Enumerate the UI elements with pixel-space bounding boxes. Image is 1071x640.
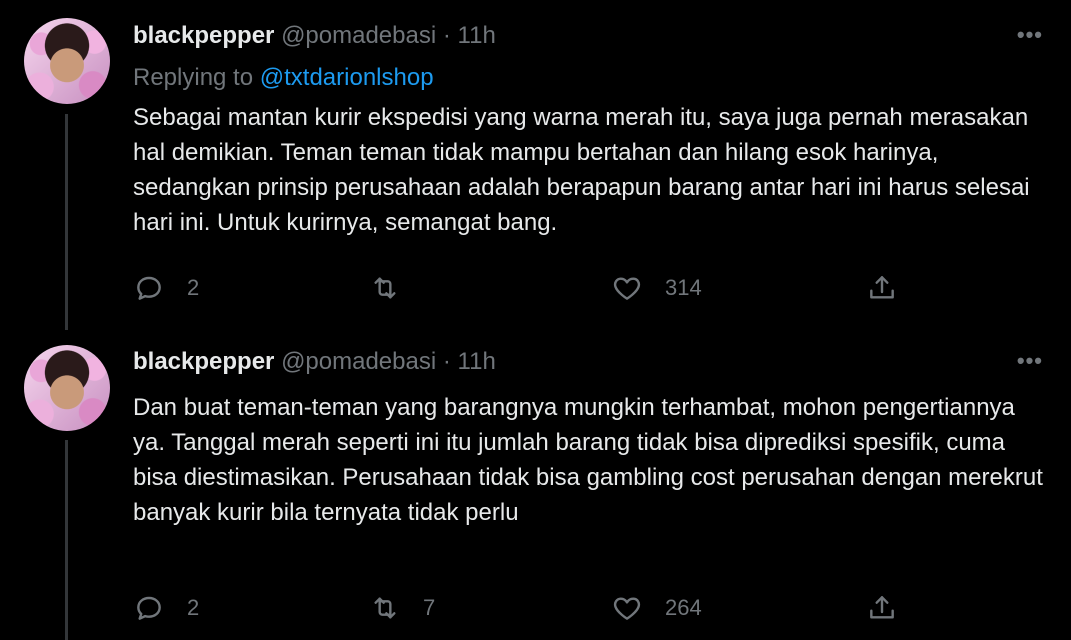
tweet-text: Sebagai mantan kurir ekspedisi yang warn…: [133, 104, 1030, 236]
heart-icon: [613, 277, 641, 300]
reply-button[interactable]: 2: [133, 268, 199, 308]
display-name[interactable]: blackpepper: [133, 348, 274, 375]
timestamp[interactable]: 11h: [458, 22, 496, 49]
more-icon[interactable]: •••: [1017, 22, 1043, 48]
reply-icon: [137, 276, 161, 300]
tweet[interactable]: blackpepper @pomadebasi · 11h ••• Replyi…: [0, 0, 1071, 330]
tweet-header: blackpepper @pomadebasi · 11h: [133, 348, 496, 376]
user-handle[interactable]: @pomadebasi: [281, 22, 436, 49]
separator: ·: [442, 22, 451, 49]
avatar[interactable]: [24, 18, 110, 104]
reply-icon: [137, 596, 161, 620]
reply-count: 2: [187, 275, 200, 300]
mention-link[interactable]: @txtdarionlshop: [260, 64, 434, 91]
display-name[interactable]: blackpepper: [133, 22, 274, 49]
retweet-icon: [374, 277, 396, 299]
retweet-count: 7: [423, 595, 436, 620]
heart-icon: [613, 597, 641, 620]
user-handle[interactable]: @pomadebasi: [281, 348, 436, 375]
share-button[interactable]: [866, 588, 898, 628]
replying-to: Replying to @txtdarionlshop: [133, 64, 434, 92]
retweet-icon: [374, 597, 396, 619]
retweet-button[interactable]: [369, 268, 423, 308]
like-button[interactable]: 314: [611, 268, 702, 308]
reply-button[interactable]: 2: [133, 588, 199, 628]
share-button[interactable]: [866, 268, 898, 308]
tweet-actions: 2 314: [133, 268, 1033, 308]
like-count: 314: [665, 275, 702, 300]
retweet-button[interactable]: 7: [369, 588, 435, 628]
share-icon: [870, 276, 894, 299]
reply-count: 2: [187, 595, 200, 620]
like-button[interactable]: 264: [611, 588, 702, 628]
separator: ·: [442, 348, 451, 375]
thread-line: [65, 440, 68, 640]
tweet-header: blackpepper @pomadebasi · 11h: [133, 22, 496, 50]
timestamp[interactable]: 11h: [458, 348, 496, 375]
thread-line: [65, 114, 68, 330]
share-icon: [870, 596, 894, 619]
tweet-actions: 2 7 264: [133, 588, 1033, 628]
avatar[interactable]: [24, 345, 110, 431]
more-icon[interactable]: •••: [1017, 348, 1043, 374]
replying-prefix: Replying to: [133, 64, 254, 91]
like-count: 264: [665, 595, 702, 620]
tweet-text: Dan buat teman-teman yang barangnya mung…: [133, 394, 1043, 526]
tweet[interactable]: blackpepper @pomadebasi · 11h ••• Dan bu…: [0, 330, 1071, 640]
